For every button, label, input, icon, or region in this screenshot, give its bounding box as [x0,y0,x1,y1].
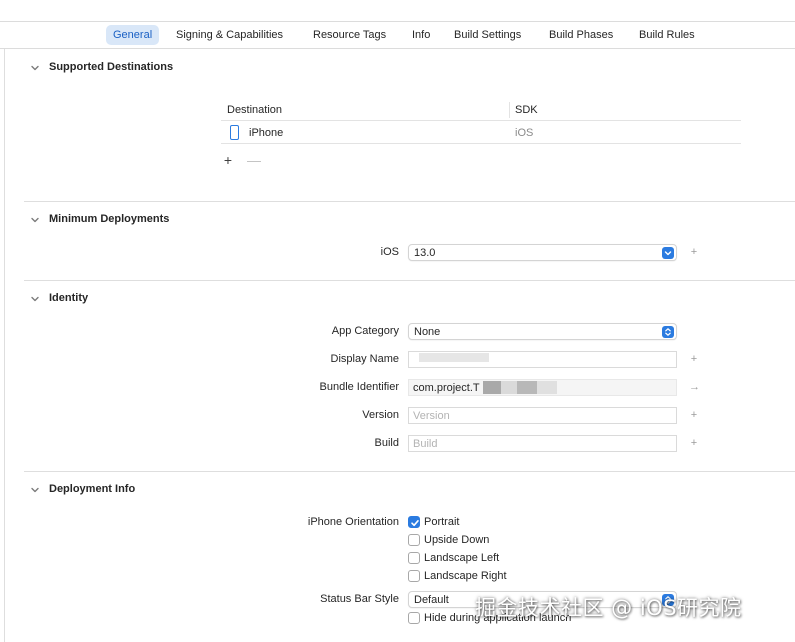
tab-general[interactable]: General [106,25,160,45]
chevron-down-icon [662,247,674,259]
column-header-destination[interactable]: Destination [227,104,282,116]
chevron-down-icon [31,296,39,302]
table-header: Destination SDK [221,99,741,121]
section-header-supported-destinations[interactable]: Supported Destinations [24,59,795,79]
display-name-field[interactable] [408,351,677,368]
column-header-sdk[interactable]: SDK [515,104,538,116]
checkbox-unchecked[interactable] [408,570,420,582]
ios-deployment-label: iOS [380,246,399,258]
section-divider [24,280,795,281]
ios-deployment-value: 13.0 [414,247,436,259]
checkbox-unchecked[interactable] [408,552,420,564]
tab-build-rules[interactable]: Build Rules [632,25,702,45]
bundle-identifier-value: com.project.T [413,382,480,394]
checkbox-label: Portrait [424,516,460,528]
version-field[interactable]: Version [408,407,677,424]
bundle-identifier-label: Bundle Identifier [319,381,400,393]
redacted-area [517,381,537,394]
build-placeholder: Build [413,438,438,450]
checkbox-unchecked[interactable] [408,534,420,546]
section-header-identity[interactable]: Identity [24,290,795,310]
checkbox-checked[interactable] [408,516,420,528]
section-divider [24,471,795,472]
display-name-label: Display Name [330,353,399,365]
section-divider [24,201,795,202]
checkbox-label: Landscape Left [424,552,500,564]
checkmark-icon [411,520,419,527]
sidebar-divider [4,49,5,642]
section-header-deployment-info[interactable]: Deployment Info [24,481,795,501]
add-icon[interactable]: + [689,353,699,365]
iphone-icon [230,125,239,140]
status-bar-style-label: Status Bar Style [320,593,399,605]
tab-info[interactable]: Info [405,25,437,45]
app-category-popup[interactable]: None [408,323,677,340]
column-divider [509,102,510,118]
ios-deployment-popup[interactable]: 13.0 [408,244,677,261]
tab-build-settings[interactable]: Build Settings [447,25,528,45]
window-top-strip [0,0,795,22]
up-down-chevron-icon [662,326,674,338]
redacted-area [419,353,489,362]
bundle-identifier-field[interactable]: com.project.T [408,379,677,396]
add-icon[interactable]: + [689,246,699,258]
checkbox-label: Upside Down [424,534,490,546]
app-category-label: App Category [331,325,399,337]
add-destination-button[interactable]: + [221,152,235,168]
version-label: Version [362,409,399,421]
tab-build-phases[interactable]: Build Phases [542,25,620,45]
destination-name: iPhone [249,127,284,139]
redacted-area [483,381,501,394]
section-title: Supported Destinations [49,61,174,73]
status-bar-style-value: Default [414,594,449,606]
table-row[interactable]: iPhone iOS [221,121,741,144]
checkbox-unchecked[interactable] [408,612,420,624]
redacted-area [537,381,557,394]
arrow-right-icon[interactable]: → [689,381,700,393]
editor-tab-bar: General Signing & Capabilities Resource … [0,22,795,49]
build-label: Build [374,437,399,449]
tab-resource-tags[interactable]: Resource Tags [306,25,393,45]
add-icon[interactable]: + [689,437,699,449]
watermark: 掘金技术社区 @ iOS研究院 [475,596,742,620]
redacted-area [501,381,517,394]
chevron-down-icon [31,217,39,223]
destination-sdk: iOS [515,127,534,139]
tab-signing-capabilities[interactable]: Signing & Capabilities [169,25,290,45]
iphone-orientation-label: iPhone Orientation [307,516,399,528]
section-title: Identity [49,292,89,304]
section-title: Minimum Deployments [49,213,170,225]
section-header-minimum-deployments[interactable]: Minimum Deployments [24,211,795,231]
version-placeholder: Version [413,410,450,422]
section-title: Deployment Info [49,483,136,495]
checkbox-label: Landscape Right [424,570,507,582]
build-field[interactable]: Build [408,435,677,452]
remove-destination-button[interactable]: — [247,152,261,168]
app-category-value: None [414,326,441,338]
chevron-down-icon [31,65,39,71]
chevron-down-icon [31,487,39,493]
add-icon[interactable]: + [689,409,699,421]
